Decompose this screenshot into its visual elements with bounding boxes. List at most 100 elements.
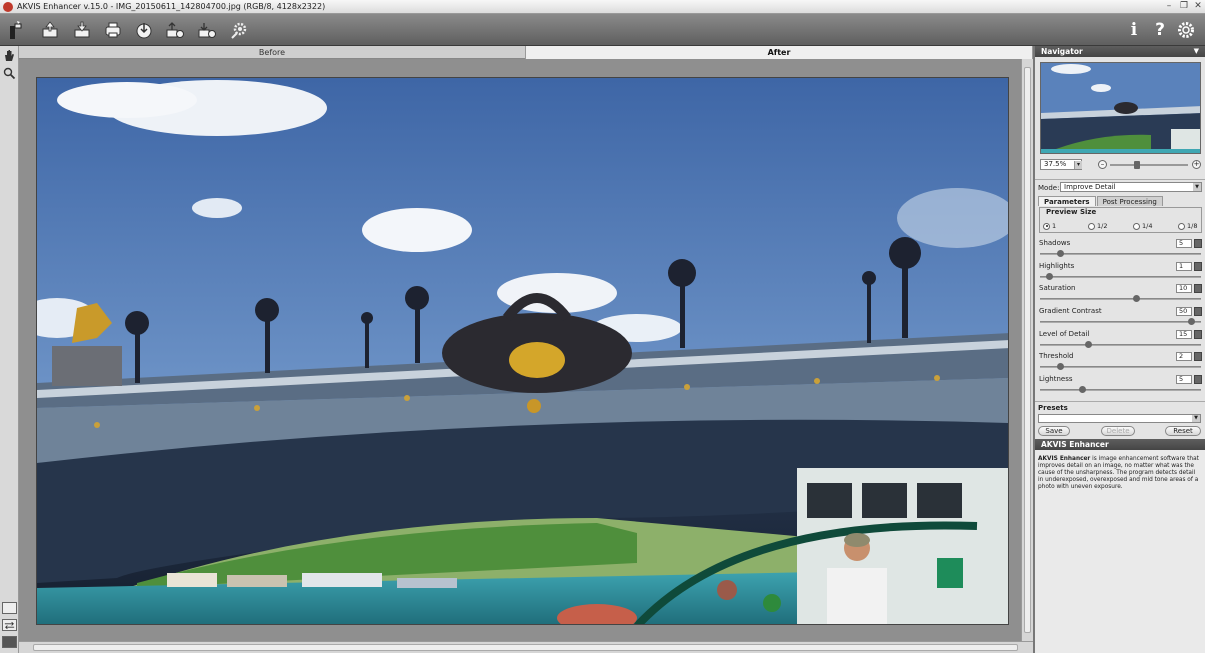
param-threshold: Threshold 2 (1039, 352, 1202, 374)
param-value-field[interactable]: 15 (1176, 330, 1192, 339)
zoom-value: 37.5% (1044, 160, 1067, 168)
background-color-button[interactable] (2, 636, 17, 648)
preview-size-radio-half[interactable]: 1/2 (1088, 222, 1107, 230)
save-file-icon[interactable] (70, 18, 94, 42)
param-value-field[interactable]: 10 (1176, 284, 1192, 293)
spinner-icon[interactable] (1194, 262, 1202, 271)
magic-wand-icon[interactable] (4, 18, 28, 42)
close-button[interactable]: ✕ (1192, 1, 1204, 11)
zoom-slider-track[interactable] (1110, 164, 1188, 166)
zoom-tool-icon[interactable] (2, 66, 17, 81)
preview-size-radio-1[interactable]: 1 (1043, 222, 1056, 230)
param-saturation: Saturation 10 (1039, 284, 1202, 306)
param-label: Threshold (1039, 352, 1074, 360)
param-value-field[interactable]: 2 (1176, 352, 1192, 361)
slider-track[interactable] (1040, 366, 1201, 368)
param-shadows: Shadows 5 (1039, 239, 1202, 261)
radio-dot (1043, 222, 1050, 230)
param-value-field[interactable]: 50 (1176, 307, 1192, 316)
radio-dot (1088, 222, 1095, 230)
slider-track[interactable] (1040, 253, 1201, 255)
mode-select[interactable]: Improve Detail ▼ (1060, 182, 1202, 192)
tool-strip (0, 46, 19, 653)
info-icon[interactable]: i (1122, 18, 1146, 42)
batch-icon[interactable] (195, 18, 219, 42)
radio-label: 1/4 (1142, 222, 1153, 230)
param-value-field[interactable]: 1 (1176, 262, 1192, 271)
preview-size-radio-eighth[interactable]: 1/8 (1178, 222, 1197, 230)
export-icon[interactable] (163, 18, 187, 42)
zoom-field[interactable]: 37.5% ▾ (1040, 159, 1082, 170)
slider-knob[interactable] (1132, 295, 1140, 302)
vertical-scroll-thumb[interactable] (1024, 67, 1031, 633)
help-icon[interactable]: ? (1148, 18, 1172, 42)
slider-track[interactable] (1040, 389, 1201, 391)
preview-size-radio-quarter[interactable]: 1/4 (1133, 222, 1152, 230)
slider-knob[interactable] (1188, 318, 1196, 325)
view-mode-button[interactable] (2, 602, 17, 614)
before-after-tabs: Before After (19, 46, 1033, 59)
save-preset-button[interactable]: Save (1038, 426, 1070, 436)
radio-label: 1/2 (1097, 222, 1108, 230)
spinner-icon[interactable] (1194, 330, 1202, 339)
vertical-scrollbar[interactable] (1021, 59, 1033, 641)
mode-dropdown-icon: ▼ (1193, 183, 1201, 191)
param-label: Level of Detail (1039, 330, 1090, 338)
mode-label: Mode: (1038, 184, 1060, 192)
slider-knob[interactable] (1079, 386, 1087, 393)
slider-track[interactable] (1040, 298, 1201, 300)
tab-before[interactable]: Before (19, 46, 526, 59)
param-label: Lightness (1039, 375, 1073, 383)
radio-dot (1178, 222, 1185, 230)
spinner-icon[interactable] (1194, 239, 1202, 248)
param-value-field[interactable]: 5 (1176, 375, 1192, 384)
radio-label: 1 (1052, 222, 1057, 230)
swap-view-icon[interactable] (2, 619, 17, 631)
tab-after[interactable]: After (526, 46, 1033, 59)
spinner-icon[interactable] (1194, 307, 1202, 316)
zoom-controls: 37.5% ▾ – + (1040, 159, 1201, 171)
slider-track[interactable] (1040, 321, 1201, 323)
spinner-icon[interactable] (1194, 284, 1202, 293)
delete-preset-button[interactable]: Delete (1101, 426, 1135, 436)
collapse-arrow-icon[interactable]: ▼ (1194, 46, 1199, 57)
preferences-icon[interactable] (1174, 18, 1198, 42)
preview-size-title: Preview Size (1044, 208, 1099, 216)
zoom-out-button[interactable]: – (1098, 160, 1107, 169)
print-icon[interactable] (101, 18, 125, 42)
slider-knob[interactable] (1045, 273, 1053, 280)
horizontal-scroll-thumb[interactable] (33, 644, 1018, 651)
toolbar: i ? (0, 14, 1205, 46)
zoom-slider-knob[interactable] (1134, 161, 1140, 169)
maximize-button[interactable]: ❐ (1178, 1, 1190, 11)
navigator-header: Navigator ▼ (1035, 46, 1205, 57)
navigator-thumbnail[interactable] (1040, 62, 1201, 154)
spinner-icon[interactable] (1194, 352, 1202, 361)
param-label: Highlights (1039, 262, 1075, 270)
zoom-in-button[interactable]: + (1192, 160, 1201, 169)
presets-section: Presets ▼ Save Delete Reset (1035, 401, 1205, 437)
preview-size-group: Preview Size 1 1/2 1/4 1/8 (1039, 207, 1202, 233)
open-file-icon[interactable] (38, 18, 62, 42)
spinner-icon[interactable] (1194, 375, 1202, 384)
plugin-settings-icon[interactable] (227, 18, 251, 42)
param-value-field[interactable]: 5 (1176, 239, 1192, 248)
hand-tool-icon[interactable] (2, 48, 17, 63)
tab-post-processing[interactable]: Post Processing (1096, 196, 1163, 206)
mode-row: Mode: Improve Detail ▼ (1035, 179, 1205, 192)
horizontal-scrollbar[interactable] (19, 641, 1033, 653)
minimize-button[interactable]: – (1163, 1, 1175, 11)
zoom-dropdown-icon[interactable]: ▾ (1074, 161, 1082, 169)
slider-knob[interactable] (1056, 363, 1064, 370)
slider-track[interactable] (1040, 276, 1201, 278)
slider-knob[interactable] (1056, 250, 1064, 257)
param-lightness: Lightness 5 (1039, 375, 1202, 397)
photo-preview[interactable] (36, 77, 1009, 625)
tab-parameters[interactable]: Parameters (1038, 196, 1096, 206)
reset-button[interactable]: Reset (1165, 426, 1201, 436)
slider-knob[interactable] (1085, 341, 1093, 348)
slider-track[interactable] (1040, 344, 1201, 346)
presets-select[interactable]: ▼ (1038, 414, 1201, 423)
import-icon[interactable] (132, 18, 156, 42)
navigator-title: Navigator (1041, 47, 1083, 56)
